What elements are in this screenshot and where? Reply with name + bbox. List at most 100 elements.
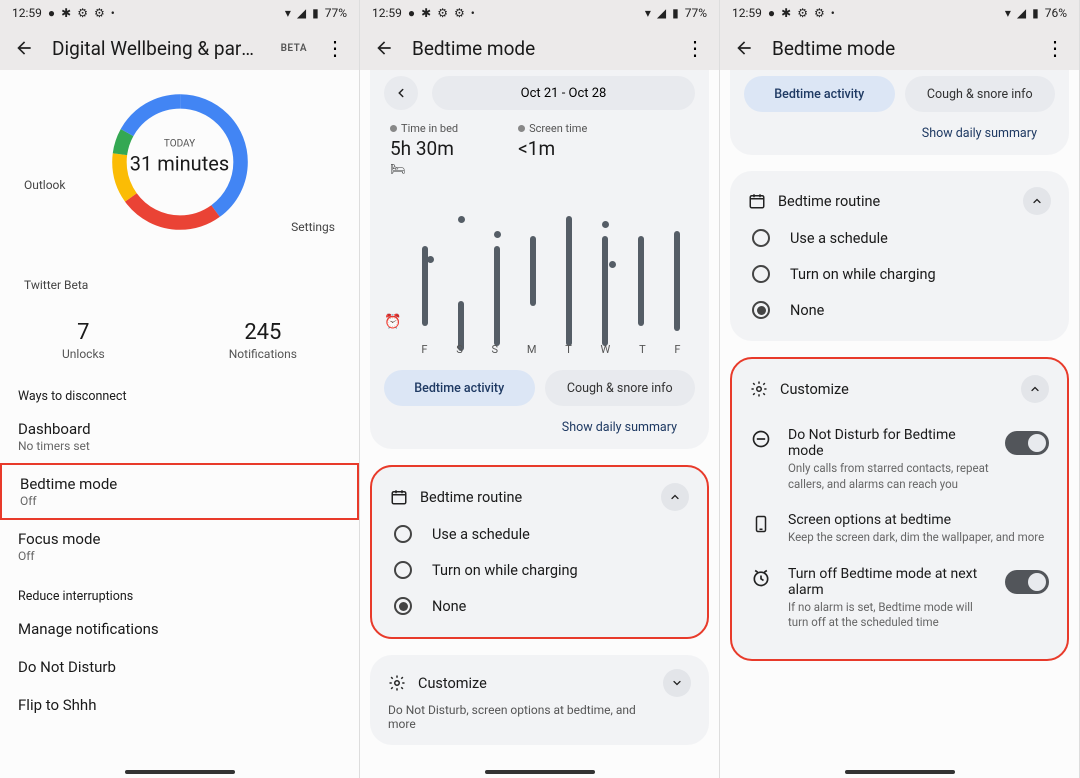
weekly-chart: ⏰ F S S M T W (384, 186, 695, 356)
customize-title: Customize (780, 381, 1009, 398)
metrics-row: Time in bed 5h 30m 🛏 Screen time <1m (384, 122, 695, 182)
tab-bedtime-activity[interactable]: Bedtime activity (744, 76, 895, 112)
dnd-toggle[interactable] (1005, 431, 1049, 455)
dashboard-title: Dashboard (18, 420, 341, 438)
section-reduce: Reduce interruptions (0, 579, 359, 610)
focus-sub: Off (18, 549, 341, 563)
r1-label: Use a schedule (790, 230, 888, 247)
radio-checked-icon (394, 597, 412, 615)
customize-header[interactable]: Customize (750, 375, 1049, 403)
toolbar: Bedtime mode ⋮ (720, 26, 1079, 70)
routine-header[interactable]: Bedtime routine (748, 187, 1051, 215)
routine-title: Bedtime routine (420, 489, 649, 506)
routine-header[interactable]: Bedtime routine (390, 483, 689, 511)
screen-title: Screen options at bedtime (788, 512, 1049, 528)
metric-time-in-bed: Time in bed 5h 30m 🛏 (390, 122, 458, 176)
item-bedtime-mode[interactable]: Bedtime mode Off (0, 463, 359, 520)
bedtime-routine-card: Bedtime routine Use a schedule Turn on w… (370, 465, 709, 639)
signal-icon: ◢ (1017, 6, 1026, 20)
screen-sub: Keep the screen dark, dim the wallpaper,… (788, 530, 1049, 546)
expand-icon[interactable] (663, 669, 691, 697)
collapse-icon[interactable] (661, 483, 689, 511)
battery-pct: 77% (685, 6, 707, 20)
radio-none[interactable]: None (394, 597, 689, 615)
tab-cough-snore[interactable]: Cough & snore info (545, 370, 696, 406)
radio-schedule[interactable]: Use a schedule (752, 229, 1051, 247)
flip-title: Flip to Shhh (18, 696, 341, 714)
radio-unchecked-icon (394, 525, 412, 543)
phone-screen-2: 12:59 ● ✱ ⚙ ⚙ • ▾ ◢ ▮ 77% Bedtime mode ⋮ (360, 0, 720, 778)
nav-handle[interactable] (845, 770, 955, 774)
radio-checked-icon (752, 301, 770, 319)
metric-screen-time: Screen time <1m (518, 122, 587, 176)
phone-icon (750, 512, 772, 534)
usage-minutes: 31 minutes (110, 152, 250, 176)
item-dnd-bedtime[interactable]: Do Not Disturb for Bedtime mode Only cal… (750, 417, 1049, 502)
battery-icon: ▮ (1032, 6, 1039, 20)
nav-handle[interactable] (125, 770, 235, 774)
tab-bedtime-activity[interactable]: Bedtime activity (384, 370, 535, 406)
chart-label-settings: Settings (291, 220, 335, 234)
item-flip[interactable]: Flip to Shhh (0, 686, 359, 724)
status-bar: 12:59 ● ✱ ⚙ ⚙ • ▾ ◢ ▮ 76% (720, 0, 1079, 26)
alarm-icon: ⏰ (384, 186, 407, 356)
prev-week-button[interactable] (384, 76, 418, 110)
item-alarm-off[interactable]: Turn off Bedtime mode at next alarm If n… (750, 556, 1049, 641)
manage-title: Manage notifications (18, 620, 341, 638)
back-arrow-icon[interactable] (374, 38, 394, 58)
tab-cough-snore[interactable]: Cough & snore info (905, 76, 1056, 112)
dot-icon (390, 125, 397, 132)
daily-summary-link[interactable]: Show daily summary (384, 406, 695, 435)
customize-card-collapsed[interactable]: Customize Do Not Disturb, screen options… (370, 655, 709, 745)
focus-title: Focus mode (18, 530, 341, 548)
more-notif: • (471, 6, 475, 20)
calendar-icon (390, 488, 408, 506)
item-manage-notifications[interactable]: Manage notifications (0, 610, 359, 648)
battery-pct: 76% (1045, 6, 1067, 20)
overflow-menu-icon[interactable]: ⋮ (1045, 38, 1065, 58)
radio-schedule[interactable]: Use a schedule (394, 525, 689, 543)
item-dashboard[interactable]: Dashboard No timers set (0, 410, 359, 463)
radio-charging[interactable]: Turn on while charging (394, 561, 689, 579)
wifi-icon: ▾ (1005, 6, 1011, 20)
day-t: T (565, 343, 572, 356)
chart-label-twitter: Twitter Beta (24, 278, 88, 292)
page-title: Bedtime mode (772, 37, 1027, 60)
notif-icon-2: ⚙ (814, 6, 825, 20)
calendar-icon (748, 192, 766, 210)
toolbar: Digital Wellbeing & pare… BETA ⋮ (0, 26, 359, 70)
overflow-menu-icon[interactable]: ⋮ (325, 38, 345, 58)
phone-screen-1: 12:59 ● ✱ ⚙ ⚙ • ▾ ◢ ▮ 77% Digital Wellbe… (0, 0, 360, 778)
daily-summary-link[interactable]: Show daily summary (744, 112, 1055, 155)
notif-icon-2: ⚙ (454, 6, 465, 20)
notif-icon: ⚙ (77, 6, 88, 20)
alarm-toggle[interactable] (1005, 570, 1049, 594)
status-time: 12:59 (12, 6, 42, 20)
messenger-icon: ● (408, 6, 415, 20)
usage-chart[interactable]: TODAY 31 minutes Outlook Settings Twitte… (0, 70, 359, 300)
back-arrow-icon[interactable] (734, 38, 754, 58)
stat-notifications[interactable]: 245 Notifications (229, 320, 297, 361)
item-dnd[interactable]: Do Not Disturb (0, 648, 359, 686)
tab-pills: Bedtime activity Cough & snore info (384, 370, 695, 406)
collapse-icon[interactable] (1021, 375, 1049, 403)
radio-unchecked-icon (394, 561, 412, 579)
content-area: Oct 21 - Oct 28 Time in bed 5h 30m 🛏 Scr… (360, 70, 719, 778)
radio-none[interactable]: None (752, 301, 1051, 319)
overflow-menu-icon[interactable]: ⋮ (685, 38, 705, 58)
bedtime-title: Bedtime mode (20, 475, 339, 493)
stat-unlocks[interactable]: 7 Unlocks (62, 320, 105, 361)
battery-icon: ▮ (672, 6, 679, 20)
beta-badge: BETA (281, 43, 307, 54)
item-screen-options[interactable]: Screen options at bedtime Keep the scree… (750, 502, 1049, 556)
back-arrow-icon[interactable] (14, 38, 34, 58)
messenger-icon: ● (768, 6, 775, 20)
nav-handle[interactable] (485, 770, 595, 774)
date-range-pill[interactable]: Oct 21 - Oct 28 (432, 76, 695, 110)
radio-charging[interactable]: Turn on while charging (752, 265, 1051, 283)
status-bar: 12:59 ● ✱ ⚙ ⚙ • ▾ ◢ ▮ 77% (360, 0, 719, 26)
unlocks-count: 7 (62, 320, 105, 345)
item-focus-mode[interactable]: Focus mode Off (0, 520, 359, 573)
section-ways: Ways to disconnect (0, 379, 359, 410)
collapse-icon[interactable] (1023, 187, 1051, 215)
